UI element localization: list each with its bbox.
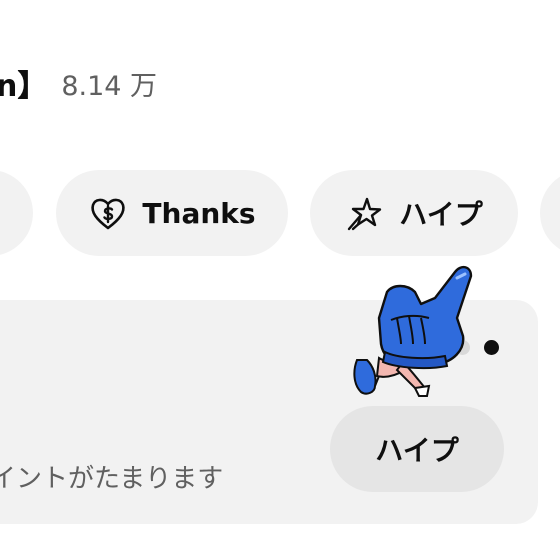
hype-chip-button[interactable]: ハイプ bbox=[310, 170, 518, 256]
sparkle-star-icon bbox=[345, 193, 385, 233]
hype-panel: n】 8.14 万 Thanks ハイプ イントがたまります ハイプ bbox=[0, 0, 560, 560]
channel-title-row: n】 8.14 万 bbox=[0, 58, 157, 108]
channel-title[interactable]: n】 bbox=[0, 61, 47, 105]
hype-button[interactable]: ハイプ bbox=[330, 406, 504, 492]
thanks-button[interactable]: Thanks bbox=[56, 170, 288, 256]
chip-previous[interactable] bbox=[0, 170, 33, 256]
thanks-label: Thanks bbox=[142, 196, 256, 230]
foam-finger-mascot-icon bbox=[353, 265, 473, 397]
subscriber-count: 8.14 万 bbox=[61, 70, 158, 102]
heart-dollar-icon bbox=[88, 193, 128, 233]
chip-next[interactable] bbox=[540, 170, 560, 256]
hype-chip-label: ハイプ bbox=[399, 198, 483, 231]
card-description: イントがたまります bbox=[0, 464, 224, 494]
